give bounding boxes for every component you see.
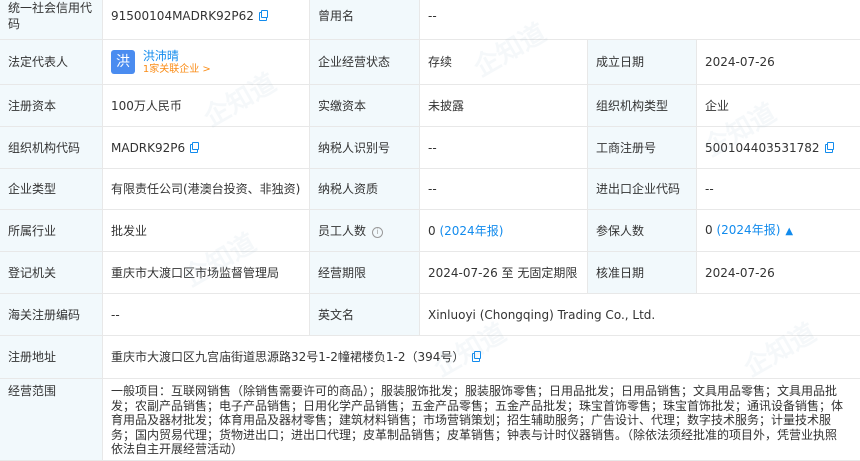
value-org-code: MADRK92P6 xyxy=(103,127,310,169)
label-business-term: 经营期限 xyxy=(310,252,420,294)
value-former-name: -- xyxy=(420,0,860,40)
label-reg-capital: 注册资本 xyxy=(0,85,103,127)
value-english-name: Xinluoyi (Chongqing) Trading Co., Ltd. xyxy=(420,294,860,336)
annual-report-link[interactable]: (2024年报) xyxy=(439,224,503,238)
label-employees: 员工人数i xyxy=(310,210,420,252)
legal-rep-name-link[interactable]: 洪沛晴 xyxy=(143,49,211,63)
value-business-term: 2024-07-26 至 无固定期限 xyxy=(420,252,588,294)
business-info-table: 统一社会信用代码 91500104MADRK92P62 曾用名 -- 法定代表人… xyxy=(0,0,860,461)
value-legal-rep: 洪 洪沛晴 1家关联企业 > xyxy=(103,40,310,85)
label-credit-code: 统一社会信用代码 xyxy=(0,0,103,40)
value-business-scope: 一般项目：互联网销售（除销售需要许可的商品）；服装服饰批发；服装服饰零售；日用品… xyxy=(103,379,860,461)
label-company-type: 企业类型 xyxy=(0,169,103,210)
label-insured: 参保人数 xyxy=(588,210,697,252)
label-customs-code: 海关注册编码 xyxy=(0,294,103,336)
label-taxpayer-id: 纳税人识别号 xyxy=(310,127,420,169)
value-employees: 0 (2024年报) xyxy=(420,210,588,252)
copy-icon[interactable] xyxy=(825,144,833,153)
copy-icon[interactable] xyxy=(259,12,267,21)
label-reg-number: 工商注册号 xyxy=(588,127,697,169)
label-taxpayer-qual: 纳税人资质 xyxy=(310,169,420,210)
value-address: 重庆市大渡口区九宫庙街道思源路32号1-2幢裙楼负1-2（394号） xyxy=(103,336,860,379)
label-established: 成立日期 xyxy=(588,40,697,85)
label-address: 注册地址 xyxy=(0,336,103,379)
value-taxpayer-id: -- xyxy=(420,127,588,169)
label-org-code: 组织机构代码 xyxy=(0,127,103,169)
value-taxpayer-qual: -- xyxy=(420,169,588,210)
value-reg-number: 500104403531782 xyxy=(697,127,860,169)
annual-report-link[interactable]: (2024年报) xyxy=(716,223,780,237)
value-paid-capital: 未披露 xyxy=(420,85,588,127)
label-status: 企业经营状态 xyxy=(310,40,420,85)
label-business-scope: 经营范围 xyxy=(0,379,103,461)
value-reg-capital: 100万人民币 xyxy=(103,85,310,127)
value-approval-date: 2024-07-26 xyxy=(697,252,860,294)
value-org-type: 企业 xyxy=(697,85,860,127)
copy-icon[interactable] xyxy=(472,353,480,362)
copy-icon[interactable] xyxy=(190,144,198,153)
info-icon[interactable]: i xyxy=(372,227,383,238)
label-legal-rep: 法定代表人 xyxy=(0,40,103,85)
value-status: 存续 xyxy=(420,40,588,85)
value-registration-authority: 重庆市大渡口区市场监督管理局 xyxy=(103,252,310,294)
value-industry: 批发业 xyxy=(103,210,310,252)
label-industry: 所属行业 xyxy=(0,210,103,252)
related-companies-link[interactable]: 1家关联企业 > xyxy=(143,63,211,76)
value-company-type: 有限责任公司(港澳台投资、非独资) xyxy=(103,169,310,210)
trend-chart-icon[interactable]: ▲ xyxy=(785,224,793,240)
value-insured: 0 (2024年报)▲ xyxy=(697,210,860,252)
value-customs-code: -- xyxy=(103,294,310,336)
value-import-export-code: -- xyxy=(697,169,860,210)
label-english-name: 英文名 xyxy=(310,294,420,336)
value-established: 2024-07-26 xyxy=(697,40,860,85)
label-org-type: 组织机构类型 xyxy=(588,85,697,127)
label-import-export-code: 进出口企业代码 xyxy=(588,169,697,210)
label-paid-capital: 实缴资本 xyxy=(310,85,420,127)
avatar: 洪 xyxy=(111,50,135,74)
label-registration-authority: 登记机关 xyxy=(0,252,103,294)
label-former-name: 曾用名 xyxy=(310,0,420,40)
value-credit-code: 91500104MADRK92P62 xyxy=(103,0,310,40)
label-approval-date: 核准日期 xyxy=(588,252,697,294)
